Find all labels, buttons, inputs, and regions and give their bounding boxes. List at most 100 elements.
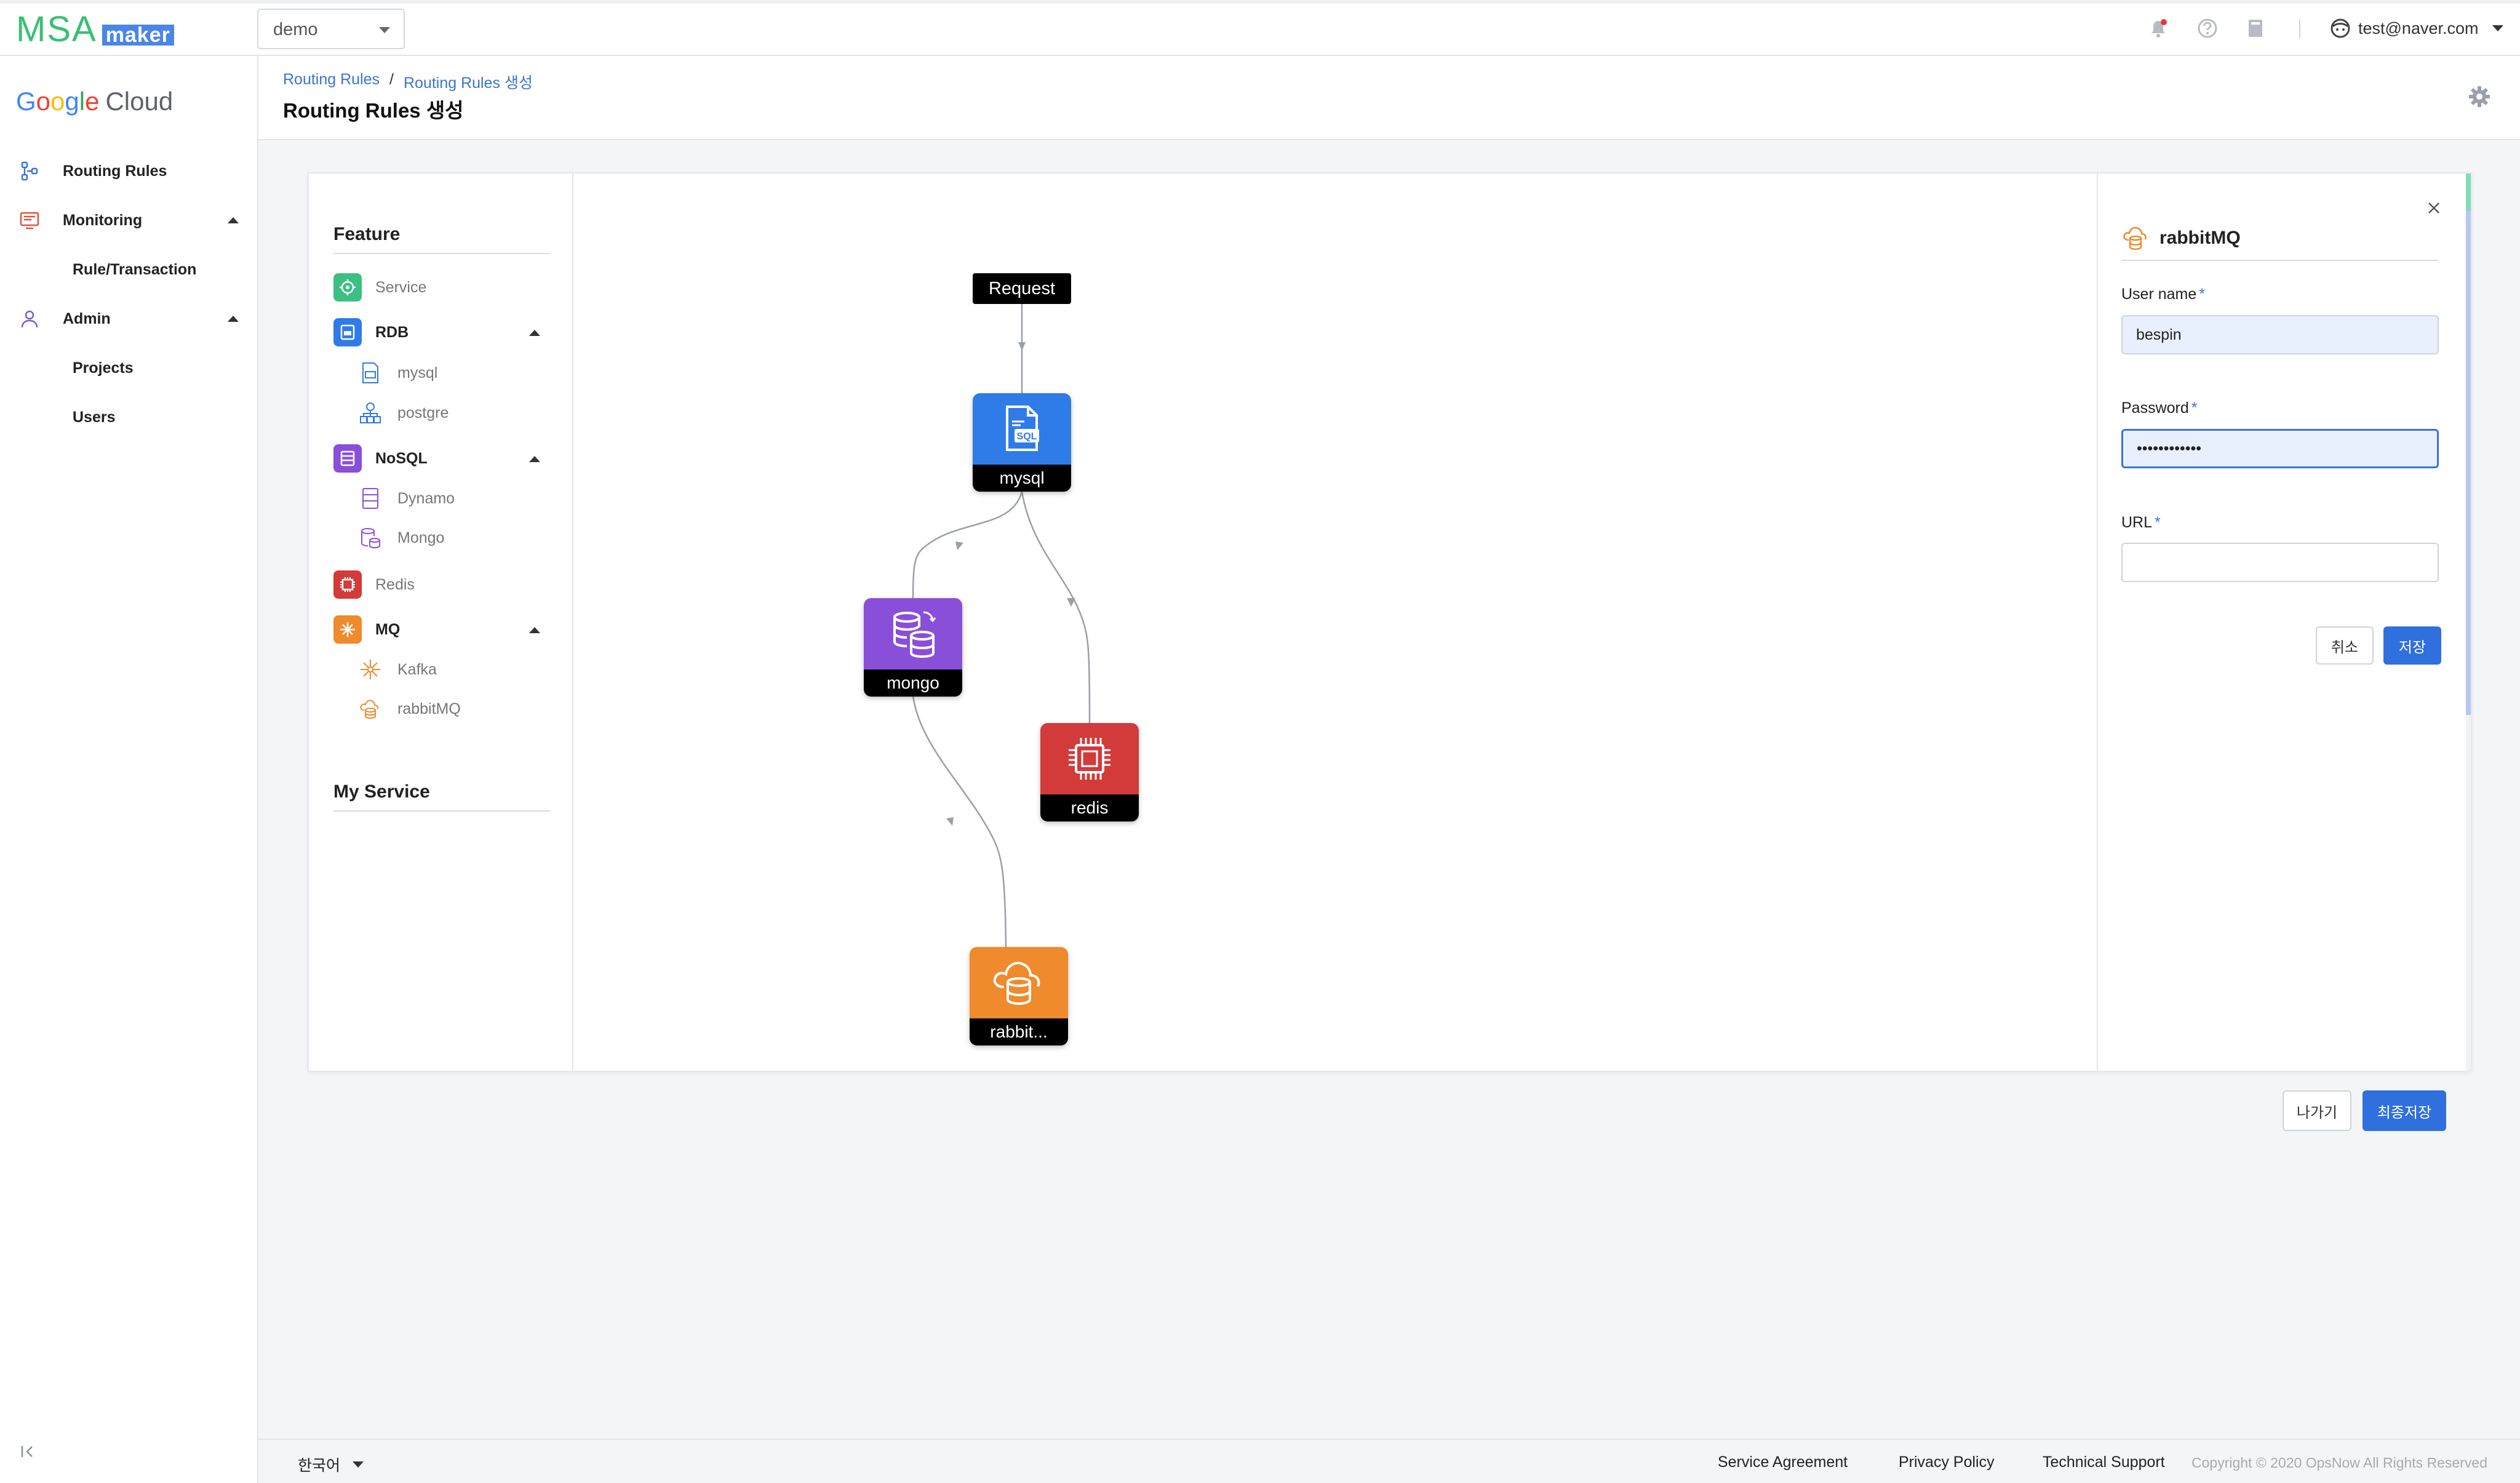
privacy-policy-link[interactable]: Privacy Policy <box>1899 1453 1995 1471</box>
feature-item-service[interactable]: Service <box>333 272 426 303</box>
username-label: User name * <box>2121 286 2205 303</box>
language-select[interactable]: 한국어 <box>298 1453 364 1476</box>
arrow-marker <box>955 542 963 550</box>
page-title: Routing Rules 생성 <box>283 99 464 122</box>
sidebar: Google Cloud Routing Rules Monitoring Rul… <box>0 56 258 1483</box>
feature-label: Dynamo <box>397 489 455 507</box>
mq-icon <box>333 615 362 644</box>
app-logo[interactable]: MSA maker <box>16 11 174 48</box>
project-select[interactable]: demo <box>257 9 405 49</box>
mysql-node[interactable]: SQL mysql <box>973 393 1071 492</box>
technical-support-link[interactable]: Technical Support <box>2043 1453 2165 1471</box>
properties-panel: rabbitMQ User name* Password* URL* 취소 저장 <box>2097 174 2471 1071</box>
final-save-button[interactable]: 최종저장 <box>2362 1090 2446 1131</box>
edge-mysql-redis <box>1021 491 1091 725</box>
mongo-node[interactable]: mongo <box>864 598 962 697</box>
monitor-icon <box>20 212 39 230</box>
chevron-up-icon[interactable] <box>228 217 239 223</box>
feature-item-mysql[interactable]: mysql <box>357 358 437 388</box>
username-field[interactable] <box>2121 315 2439 354</box>
book-icon[interactable] <box>2244 17 2267 39</box>
language-value: 한국어 <box>298 1457 341 1474</box>
kafka-icon <box>357 656 384 683</box>
save-button[interactable]: 저장 <box>2383 626 2441 665</box>
chevron-up-icon[interactable] <box>529 627 540 633</box>
service-agreement-link[interactable]: Service Agreement <box>1718 1453 1848 1471</box>
arrow-marker <box>1067 598 1075 607</box>
user-email: test@naver.com <box>2358 18 2479 38</box>
sidebar-item-monitoring[interactable]: Monitoring <box>0 199 257 242</box>
flow-canvas[interactable]: Request SQL mysql mongo redis rabbit... <box>575 174 2097 1071</box>
feature-item-dynamo[interactable]: Dynamo <box>357 483 455 514</box>
copyright: Copyright © 2020 OpsNow All Rights Reser… <box>2191 1455 2488 1471</box>
mongo-db-icon <box>864 598 962 670</box>
feature-item-rabbitmq[interactable]: rabbitMQ <box>357 694 461 724</box>
sidebar-item-routing-rules[interactable]: Routing Rules <box>0 150 257 193</box>
page-header: Routing Rules / Routing Rules 생성 Routing… <box>258 56 2520 140</box>
sql-file-icon <box>357 359 384 386</box>
user-menu[interactable]: test@naver.com <box>2330 16 2503 41</box>
dynamo-icon <box>357 485 384 512</box>
nosql-icon <box>333 444 362 473</box>
feature-item-kafka[interactable]: Kafka <box>357 654 437 685</box>
required-mark: * <box>2199 286 2205 303</box>
google-cloud-logo: Google Cloud <box>16 87 173 116</box>
feature-label: Kafka <box>397 660 437 678</box>
user-avatar-icon <box>2331 18 2350 38</box>
chevron-down-icon <box>379 27 390 33</box>
divider <box>333 253 550 254</box>
rabbitmq-node[interactable]: rabbit... <box>970 947 1068 1045</box>
feature-item-mongo[interactable]: Mongo <box>357 522 444 553</box>
feature-item-redis[interactable]: Redis <box>333 569 415 600</box>
feature-label: NoSQL <box>375 449 428 467</box>
close-icon[interactable] <box>2425 199 2442 217</box>
logo-badge: maker <box>102 25 174 46</box>
rabbitmq-icon <box>357 695 384 722</box>
chevron-up-icon[interactable] <box>228 316 239 322</box>
cancel-button[interactable]: 취소 <box>2316 626 2374 665</box>
routing-editor-card: Feature Service RDB mysql postgre NoSQL … <box>308 172 2472 1072</box>
panel-scrollbar-thumb[interactable] <box>2466 210 2471 715</box>
feature-item-postgre[interactable]: postgre <box>357 398 449 428</box>
node-label: rabbit... <box>970 1018 1068 1045</box>
feature-label: postgre <box>397 404 449 422</box>
collapse-sidebar-icon[interactable] <box>18 1442 37 1461</box>
feature-group-rdb[interactable]: RDB <box>333 317 409 348</box>
top-bar-divider <box>2299 20 2300 38</box>
routing-icon <box>21 161 38 181</box>
feature-group-nosql[interactable]: NoSQL <box>333 443 428 474</box>
feature-group-mq[interactable]: MQ <box>333 614 400 645</box>
node-label: mysql <box>973 465 1071 492</box>
bell-icon[interactable] <box>2147 17 2169 39</box>
my-service-title: My Service <box>333 781 430 802</box>
sql-file-icon: SQL <box>973 393 1071 465</box>
sidebar-item-label: Projects <box>73 359 134 377</box>
node-label: mongo <box>864 670 962 697</box>
feature-label: Redis <box>375 575 415 593</box>
chevron-up-icon[interactable] <box>529 330 540 336</box>
sidebar-item-rule-transaction[interactable]: Rule/Transaction <box>0 249 257 290</box>
redis-node[interactable]: redis <box>1040 723 1139 821</box>
chevron-up-icon[interactable] <box>529 456 540 462</box>
admin-icon <box>21 310 38 328</box>
sidebar-item-users[interactable]: Users <box>0 397 257 438</box>
required-mark: * <box>2155 514 2161 531</box>
url-label: URL * <box>2121 514 2161 531</box>
url-field[interactable] <box>2121 543 2439 582</box>
gear-icon[interactable] <box>2467 84 2492 109</box>
edge-mongo-rabbit <box>912 695 1007 951</box>
exit-button[interactable]: 나가기 <box>2283 1090 2351 1131</box>
chevron-down-icon <box>353 1461 364 1468</box>
password-field[interactable] <box>2121 429 2439 468</box>
postgre-icon <box>357 399 384 426</box>
service-icon <box>333 273 362 302</box>
breadcrumb-link[interactable]: Routing Rules <box>283 71 380 93</box>
request-node[interactable]: Request <box>973 273 1071 304</box>
feature-label: RDB <box>375 323 409 341</box>
help-icon[interactable] <box>2196 17 2219 39</box>
sidebar-item-projects[interactable]: Projects <box>0 348 257 388</box>
sidebar-item-admin[interactable]: Admin <box>0 297 257 340</box>
node-label: redis <box>1040 794 1139 821</box>
sidebar-item-label: Monitoring <box>63 211 143 229</box>
breadcrumb-link[interactable]: Routing Rules 생성 <box>404 71 533 93</box>
